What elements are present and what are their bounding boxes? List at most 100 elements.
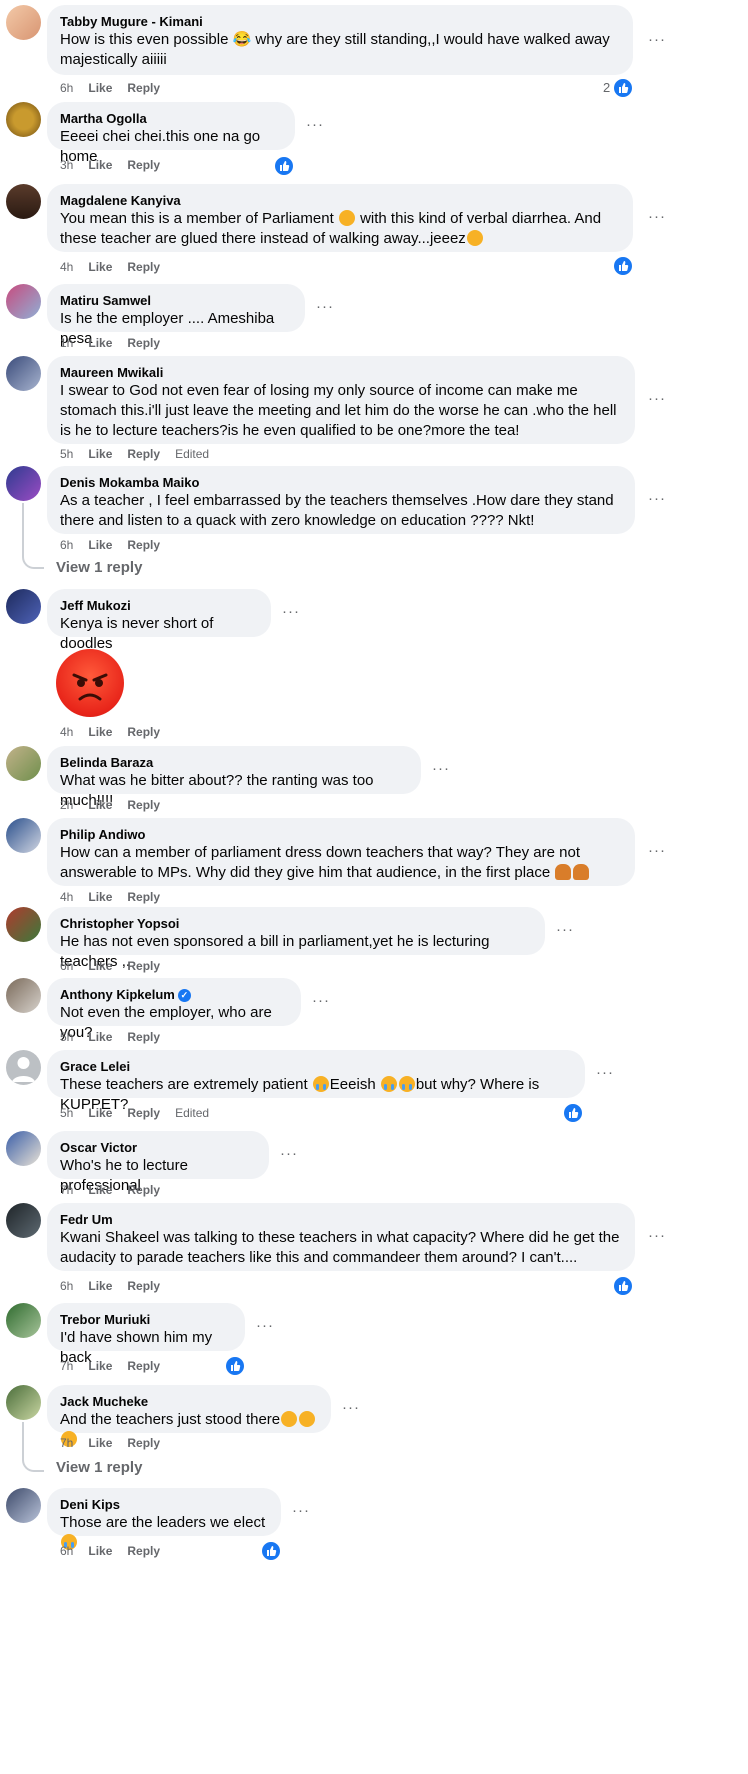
like-button[interactable]: Like: [88, 959, 112, 973]
like-button[interactable]: Like: [88, 336, 112, 350]
reply-button[interactable]: Reply: [127, 725, 160, 739]
reply-button[interactable]: Reply: [127, 798, 160, 812]
timestamp[interactable]: 3h: [60, 158, 73, 172]
reply-button[interactable]: Reply: [127, 447, 160, 461]
commenter-name[interactable]: Denis Mokamba Maiko: [60, 474, 622, 491]
avatar[interactable]: [6, 1203, 41, 1238]
commenter-name[interactable]: Fedr Um: [60, 1211, 622, 1228]
commenter-name[interactable]: Tabby Mugure - Kimani: [60, 13, 620, 30]
like-button[interactable]: Like: [88, 890, 112, 904]
avatar[interactable]: [6, 284, 41, 319]
commenter-name[interactable]: Jack Mucheke: [60, 1393, 318, 1410]
timestamp[interactable]: 6h: [60, 538, 73, 552]
reply-button[interactable]: Reply: [127, 1436, 160, 1450]
commenter-name[interactable]: Deni Kips: [60, 1496, 268, 1513]
like-reaction-icon[interactable]: [273, 155, 295, 177]
like-reaction-icon[interactable]: [612, 1275, 634, 1297]
avatar[interactable]: [6, 746, 41, 781]
commenter-name[interactable]: Martha Ogolla: [60, 110, 282, 127]
like-button[interactable]: Like: [88, 81, 112, 95]
like-button[interactable]: Like: [88, 798, 112, 812]
reply-button[interactable]: Reply: [127, 336, 160, 350]
timestamp[interactable]: 4h: [60, 890, 73, 904]
avatar[interactable]: [6, 1303, 41, 1338]
view-replies-link[interactable]: View 1 reply: [56, 1459, 142, 1476]
timestamp[interactable]: 6h: [60, 959, 73, 973]
timestamp[interactable]: 7h: [60, 1183, 73, 1197]
commenter-name[interactable]: Oscar Victor: [60, 1139, 256, 1156]
like-button[interactable]: Like: [88, 725, 112, 739]
more-options-icon[interactable]: ···: [556, 921, 574, 938]
like-reaction-icon[interactable]: [612, 77, 634, 99]
timestamp[interactable]: 5h: [60, 1030, 73, 1044]
avatar[interactable]: [6, 589, 41, 624]
reply-button[interactable]: Reply: [127, 890, 160, 904]
more-options-icon[interactable]: ···: [648, 842, 666, 859]
commenter-name[interactable]: Jeff Mukozi: [60, 597, 258, 614]
reply-button[interactable]: Reply: [127, 1183, 160, 1197]
like-button[interactable]: Like: [88, 1359, 112, 1373]
reply-button[interactable]: Reply: [127, 158, 160, 172]
more-options-icon[interactable]: ···: [282, 603, 300, 620]
like-button[interactable]: Like: [88, 1106, 112, 1120]
commenter-name[interactable]: Philip Andiwo: [60, 826, 622, 843]
more-options-icon[interactable]: ···: [648, 1227, 666, 1244]
commenter-name[interactable]: Magdalene Kanyiva: [60, 192, 620, 209]
commenter-name[interactable]: Anthony Kipkelum ✓: [60, 986, 288, 1003]
more-options-icon[interactable]: ···: [342, 1399, 360, 1416]
more-options-icon[interactable]: ···: [256, 1317, 274, 1334]
like-button[interactable]: Like: [88, 1030, 112, 1044]
avatar[interactable]: [6, 102, 41, 137]
avatar[interactable]: [6, 907, 41, 942]
like-reaction-icon[interactable]: [612, 255, 634, 277]
commenter-name[interactable]: Matiru Samwel: [60, 292, 292, 309]
like-button[interactable]: Like: [88, 447, 112, 461]
timestamp[interactable]: 6h: [60, 1279, 73, 1293]
like-button[interactable]: Like: [88, 1544, 112, 1558]
reply-button[interactable]: Reply: [127, 1030, 160, 1044]
reply-button[interactable]: Reply: [127, 1544, 160, 1558]
timestamp[interactable]: 5h: [60, 447, 73, 461]
reply-button[interactable]: Reply: [127, 1359, 160, 1373]
avatar[interactable]: [6, 1488, 41, 1523]
avatar[interactable]: [6, 818, 41, 853]
reply-button[interactable]: Reply: [127, 1279, 160, 1293]
view-replies-link[interactable]: View 1 reply: [56, 559, 142, 576]
like-reaction-icon[interactable]: [562, 1102, 584, 1124]
commenter-name[interactable]: Belinda Baraza: [60, 754, 408, 771]
more-options-icon[interactable]: ···: [648, 490, 666, 507]
more-options-icon[interactable]: ···: [292, 1502, 310, 1519]
like-button[interactable]: Like: [88, 260, 112, 274]
reply-button[interactable]: Reply: [127, 260, 160, 274]
avatar[interactable]: [6, 184, 41, 219]
avatar[interactable]: [6, 1385, 41, 1420]
more-options-icon[interactable]: ···: [306, 116, 324, 133]
timestamp[interactable]: 4h: [60, 725, 73, 739]
more-options-icon[interactable]: ···: [648, 31, 666, 48]
timestamp[interactable]: 7h: [60, 1436, 73, 1450]
commenter-name[interactable]: Trebor Muriuki: [60, 1311, 232, 1328]
like-button[interactable]: Like: [88, 1279, 112, 1293]
timestamp[interactable]: 1h: [60, 336, 73, 350]
like-button[interactable]: Like: [88, 1436, 112, 1450]
timestamp[interactable]: 6h: [60, 81, 73, 95]
like-button[interactable]: Like: [88, 1183, 112, 1197]
more-options-icon[interactable]: ···: [316, 298, 334, 315]
more-options-icon[interactable]: ···: [648, 208, 666, 225]
commenter-name[interactable]: Maureen Mwikali: [60, 364, 622, 381]
avatar[interactable]: [6, 978, 41, 1013]
avatar[interactable]: [6, 1131, 41, 1166]
reply-button[interactable]: Reply: [127, 81, 160, 95]
more-options-icon[interactable]: ···: [312, 992, 330, 1009]
timestamp[interactable]: 4h: [60, 260, 73, 274]
timestamp[interactable]: 7h: [60, 1359, 73, 1373]
avatar[interactable]: [6, 356, 41, 391]
like-button[interactable]: Like: [88, 538, 112, 552]
timestamp[interactable]: 5h: [60, 1106, 73, 1120]
more-options-icon[interactable]: ···: [432, 760, 450, 777]
like-button[interactable]: Like: [88, 158, 112, 172]
commenter-name[interactable]: Grace Lelei: [60, 1058, 572, 1075]
more-options-icon[interactable]: ···: [648, 390, 666, 407]
avatar[interactable]: [6, 1050, 41, 1085]
reply-button[interactable]: Reply: [127, 959, 160, 973]
